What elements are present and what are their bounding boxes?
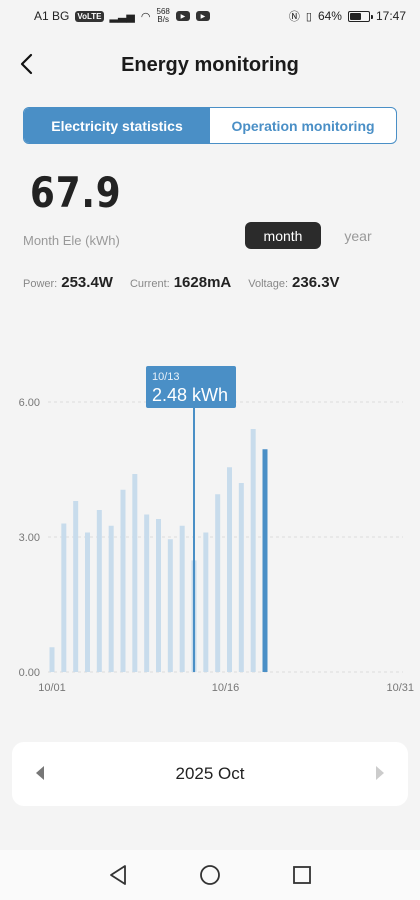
current-label: Current: bbox=[129, 278, 170, 290]
month-energy-value: 67.9 bbox=[30, 168, 122, 217]
chart-y-tick-label: 3.00 bbox=[19, 532, 40, 544]
volte-badge: VoLTE bbox=[75, 10, 104, 22]
system-nav-bar bbox=[0, 850, 420, 900]
battery-icon bbox=[347, 10, 373, 22]
triangle-back-icon bbox=[110, 865, 126, 885]
chart-bar bbox=[108, 525, 114, 672]
chart-bar bbox=[203, 532, 209, 672]
voltage-value: 236.3V bbox=[292, 274, 340, 291]
nav-back-button[interactable] bbox=[106, 863, 130, 887]
current-value: 1628mA bbox=[173, 274, 232, 291]
app-header: Energy monitoring bbox=[0, 40, 420, 90]
voltage-label: Voltage: bbox=[248, 278, 289, 290]
chart-x-tick-label: 10/31 bbox=[386, 682, 414, 694]
live-readings: Power: 253.4W Current: 1628mA Voltage: 2… bbox=[23, 274, 340, 291]
chart-bar bbox=[227, 467, 232, 672]
month-selector-label: 2025 Oct bbox=[175, 764, 245, 783]
chart-tooltip-value: 2.48 kWh bbox=[152, 385, 228, 405]
chart-tooltip-date: 10/13 bbox=[152, 371, 180, 383]
chart-bar bbox=[250, 429, 256, 672]
period-year-button[interactable]: year bbox=[338, 222, 378, 249]
tab-electricity-statistics[interactable]: Electricity statistics bbox=[24, 108, 210, 143]
youtube-notification-icon: ▶ bbox=[175, 11, 190, 21]
chart-bar bbox=[238, 483, 244, 672]
carrier-label: A1 BG bbox=[34, 9, 70, 23]
net-speed: 568 B/s bbox=[157, 8, 170, 24]
chart-x-tick-label: 10/01 bbox=[38, 682, 66, 694]
chart-y-tick-label: 0.00 bbox=[19, 667, 40, 679]
chart-bar bbox=[167, 539, 173, 672]
period-month-button[interactable]: month bbox=[245, 222, 321, 249]
chart-bar bbox=[73, 501, 79, 672]
chart-bar bbox=[120, 489, 126, 672]
power-label: Power: bbox=[23, 278, 58, 290]
battery-percent: 64% bbox=[317, 9, 342, 23]
nav-recents-button[interactable] bbox=[290, 863, 314, 887]
vibrate-icon: ▯ bbox=[305, 10, 312, 23]
nfc-icon: Ⓝ bbox=[288, 11, 300, 23]
circle-home-icon bbox=[200, 865, 220, 885]
month-energy-label: Month Ele (kWh) bbox=[23, 233, 120, 248]
chevron-left-icon bbox=[20, 53, 33, 75]
next-month-arrow-icon[interactable] bbox=[376, 766, 384, 780]
tab-bar: Electricity statistics Operation monitor… bbox=[23, 107, 397, 144]
net-speed-unit: B/s bbox=[157, 15, 169, 24]
month-selector: 2025 Oct bbox=[12, 742, 408, 806]
previous-month-arrow-icon[interactable] bbox=[36, 766, 44, 780]
square-recents-icon bbox=[293, 866, 311, 884]
signal-icon: ▂▃▅ bbox=[109, 10, 135, 23]
chart-bar bbox=[215, 494, 221, 672]
wifi-icon: ◠ bbox=[140, 10, 151, 23]
page-title: Energy monitoring bbox=[121, 53, 299, 76]
nav-home-button[interactable] bbox=[198, 863, 222, 887]
chart-bar bbox=[179, 525, 185, 672]
tab-operation-monitoring[interactable]: Operation monitoring bbox=[210, 108, 396, 143]
chart-bar bbox=[156, 519, 161, 672]
chart-bar bbox=[85, 532, 90, 672]
power-value: 253.4W bbox=[61, 274, 113, 291]
chart-bar bbox=[132, 474, 138, 672]
back-button[interactable] bbox=[12, 50, 40, 78]
chart-x-tick-label: 10/16 bbox=[212, 682, 240, 694]
chart-bar bbox=[49, 647, 55, 672]
chart-bar bbox=[144, 514, 150, 672]
chart-bar bbox=[61, 523, 67, 672]
daily-energy-chart[interactable]: 0.00 3.00 6.00 10/01 10/16 10/31 10/13 2.48 kWh bbox=[0, 330, 420, 710]
clock: 17:47 bbox=[375, 9, 406, 23]
youtube-notification-icon: ▶ bbox=[195, 11, 210, 21]
status-bar: A1 BG VoLTE ▂▃▅ ◠ 568 B/s ▶ ▶ Ⓝ ▯ 64% 17… bbox=[0, 0, 420, 32]
chart-bar bbox=[96, 510, 102, 672]
chart-y-tick-label: 6.00 bbox=[19, 397, 40, 409]
chart-bar bbox=[262, 449, 268, 672]
